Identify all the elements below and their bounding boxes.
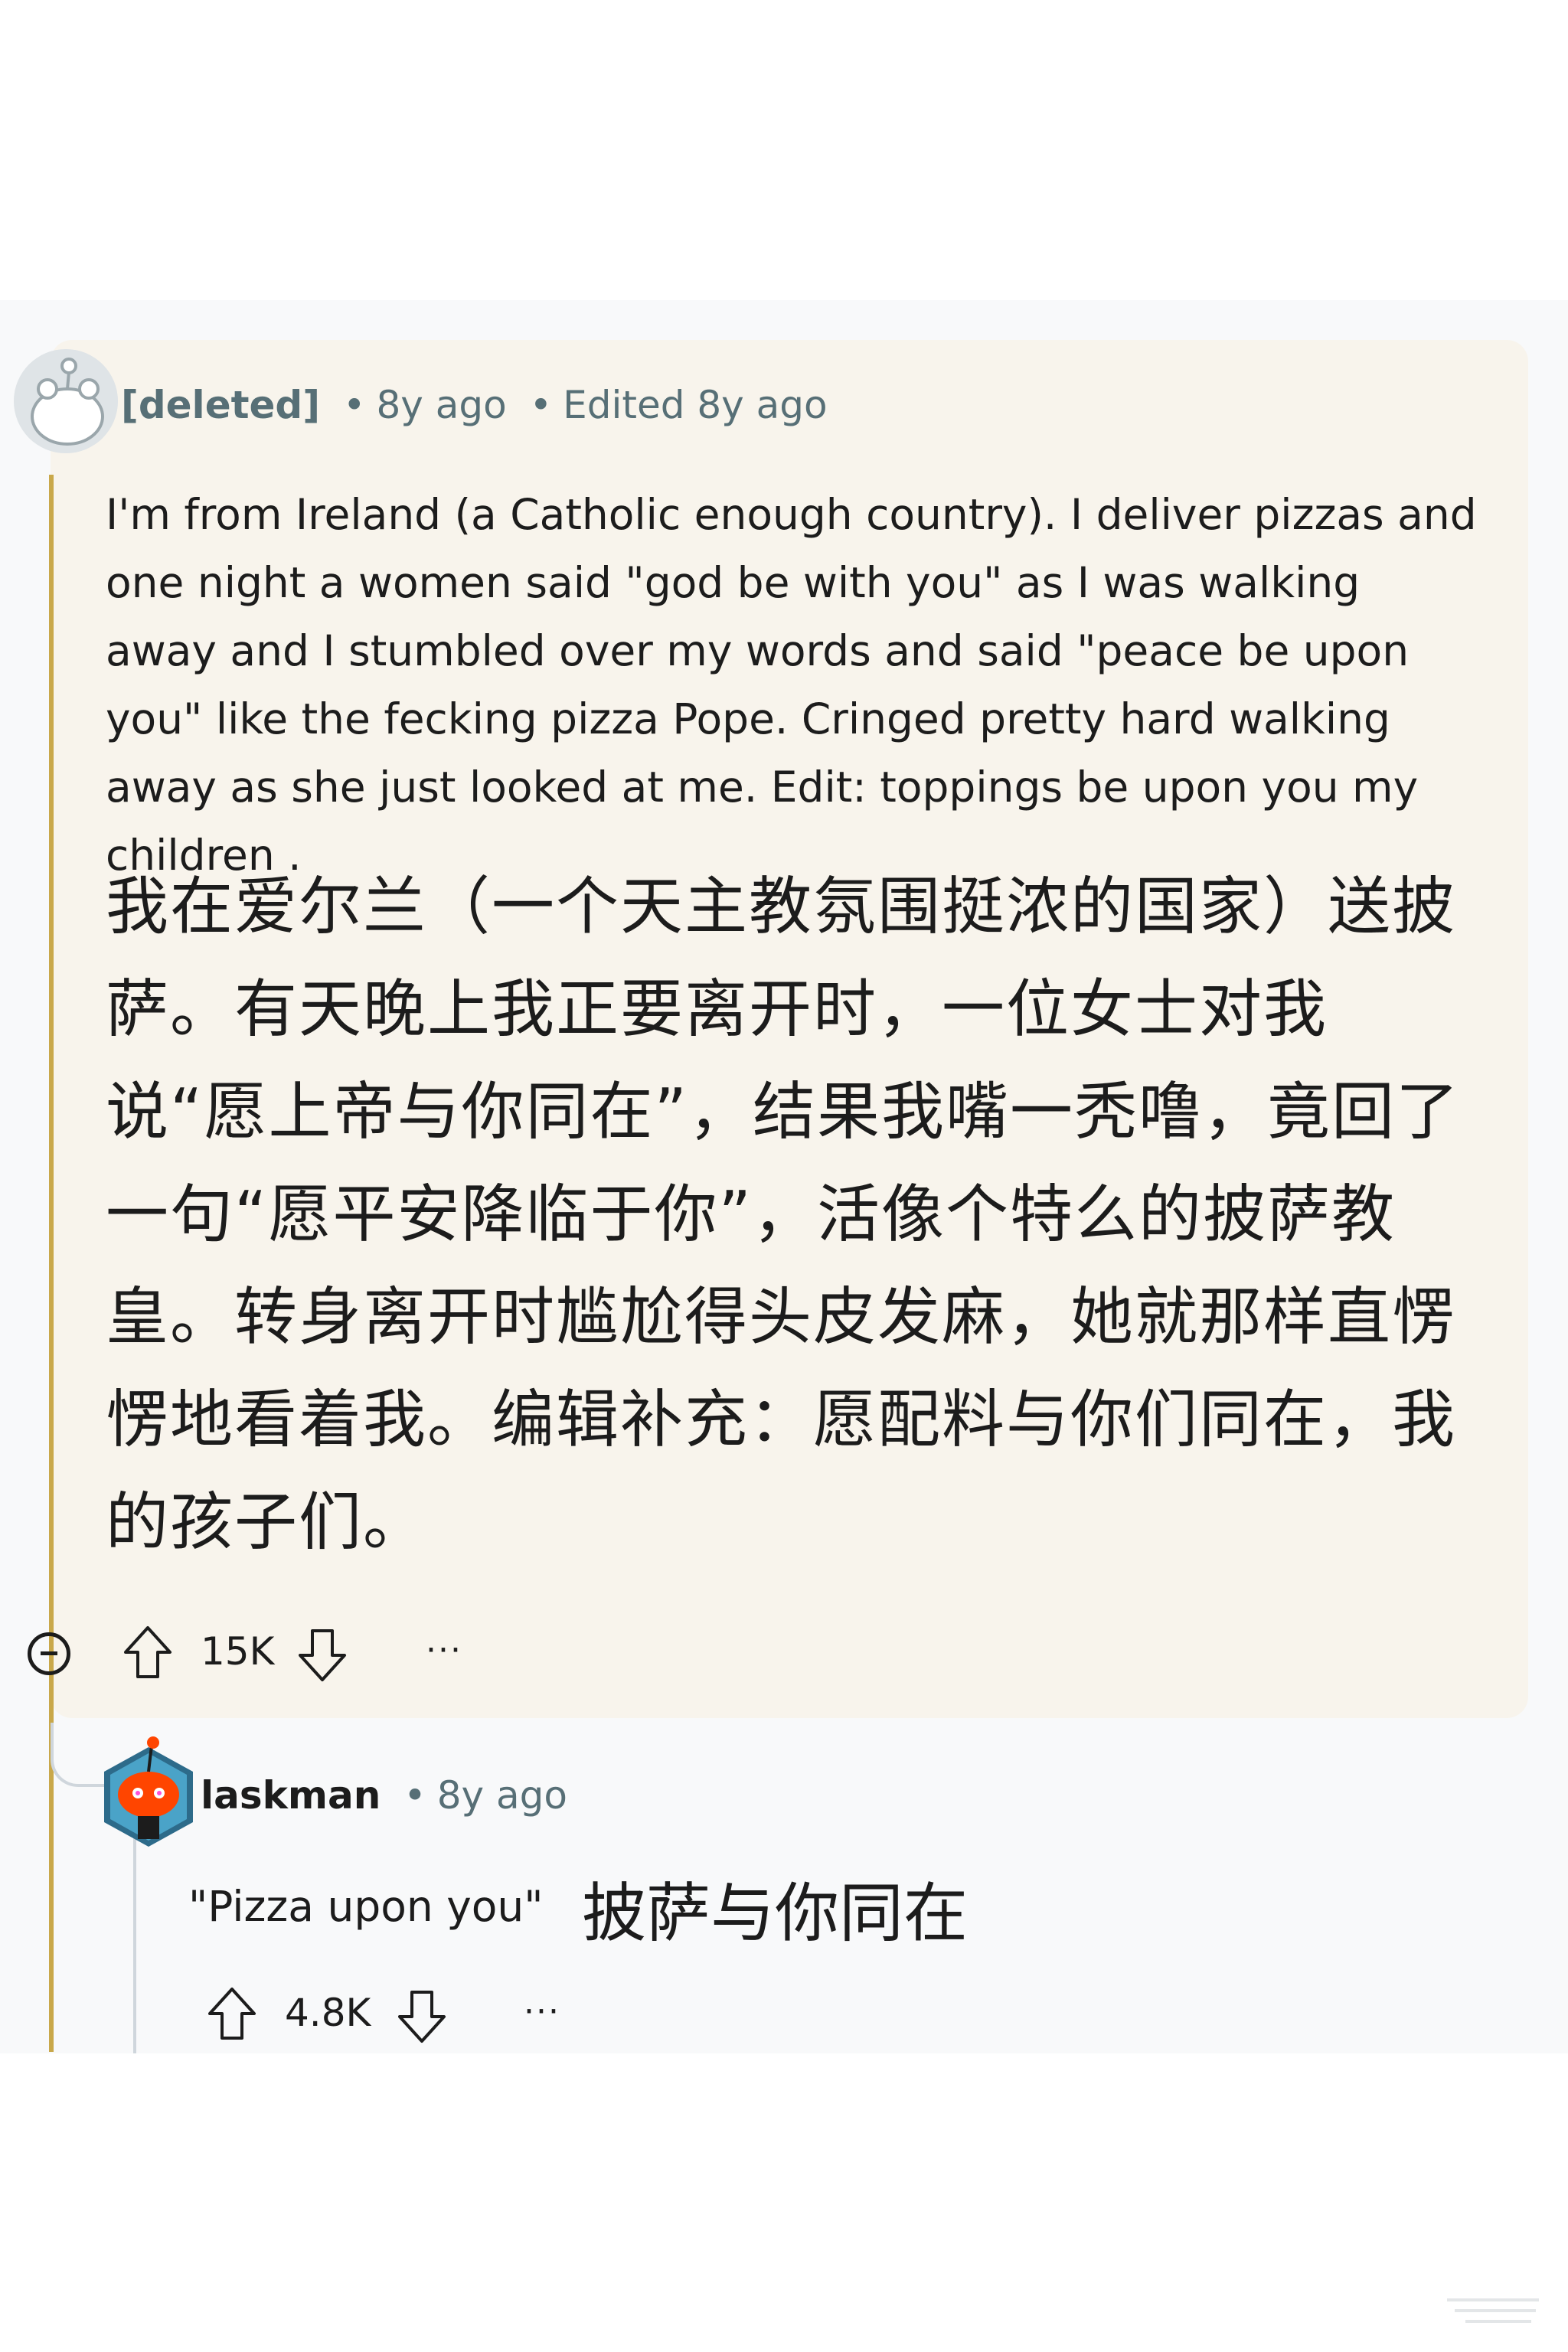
- comment-timestamp[interactable]: 8y ago: [376, 383, 506, 427]
- downvote-icon[interactable]: [296, 1626, 349, 1684]
- meta-separator: •: [529, 383, 553, 427]
- reply-body-chinese: 披萨与你同在: [582, 1876, 969, 1951]
- snoo-avatar-icon: [104, 1736, 193, 1847]
- more-options-button[interactable]: ···: [524, 1992, 560, 2031]
- reply-body-english: "Pizza upon you": [188, 1882, 544, 1931]
- reply-thread-line[interactable]: [133, 1838, 136, 2053]
- upvote-icon[interactable]: [121, 1623, 175, 1681]
- reply-timestamp[interactable]: 8y ago: [437, 1773, 567, 1818]
- reply-meta: laskman • 8y ago: [201, 1773, 567, 1818]
- reply-score: 4.8K: [285, 1991, 371, 2035]
- comment-score: 15K: [201, 1629, 275, 1674]
- meta-separator: •: [342, 383, 366, 427]
- comment-meta: [deleted] • 8y ago • Edited 8y ago: [121, 383, 828, 427]
- upvote-icon[interactable]: [205, 1984, 259, 2043]
- meta-separator: •: [403, 1773, 426, 1818]
- watermark-icon: [1447, 2298, 1539, 2323]
- downvote-icon[interactable]: [395, 1988, 449, 2046]
- more-options-button[interactable]: ···: [426, 1631, 462, 1670]
- comment-edited-label: Edited 8y ago: [563, 383, 828, 427]
- snoo-outline-icon: [14, 349, 118, 453]
- deleted-user-avatar[interactable]: [14, 349, 118, 453]
- comment-body-english: I'm from Ireland (a Catholic enough coun…: [106, 490, 1477, 880]
- thread-line[interactable]: [49, 475, 54, 2052]
- comment-author[interactable]: [deleted]: [121, 383, 320, 427]
- reply-author[interactable]: laskman: [201, 1773, 381, 1818]
- collapse-thread-button[interactable]: [28, 1632, 70, 1675]
- comment-body-chinese: 我在爱尔兰（一个天主教氛围挺浓的国家）送披萨。有天晚上我正要离开时，一位女士对我…: [106, 871, 1460, 1559]
- reply-user-avatar[interactable]: [98, 1732, 199, 1847]
- reply-thread-connector: [51, 1723, 104, 1787]
